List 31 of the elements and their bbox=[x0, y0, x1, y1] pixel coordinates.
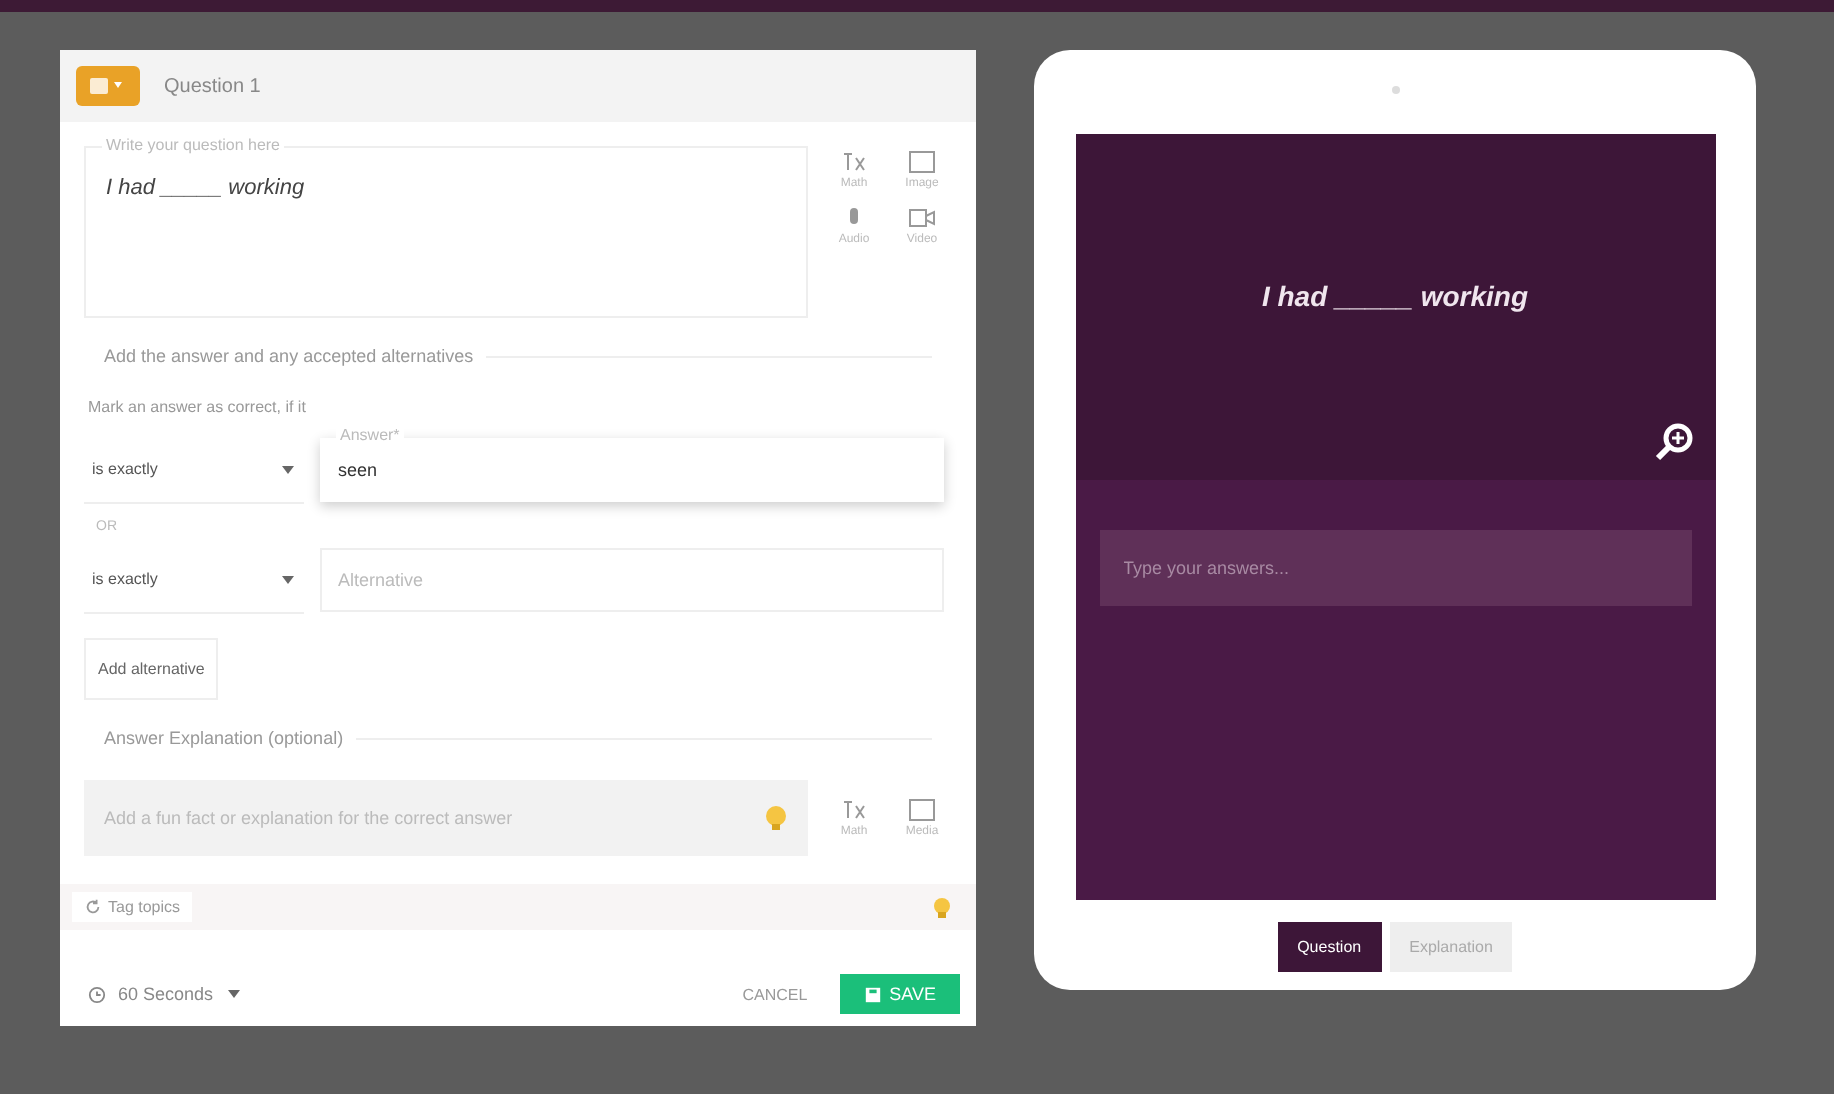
question-text: I had _____ working bbox=[106, 176, 305, 200]
list-caret-icon bbox=[88, 74, 128, 98]
lightbulb-icon bbox=[932, 895, 952, 919]
preview-tab[interactable]: Question bbox=[1277, 922, 1382, 972]
preview-question: I had _____ working bbox=[1261, 280, 1529, 316]
section-heading: Add the answer and any accepted alternatives bbox=[104, 346, 474, 366]
question-title: Question 1 bbox=[164, 75, 261, 97]
save-icon bbox=[863, 985, 882, 1003]
refresh-icon bbox=[84, 898, 102, 916]
caret-icon bbox=[280, 463, 296, 475]
tag-topics-button[interactable]: Tag topics bbox=[72, 892, 193, 922]
field-label: Answer* bbox=[336, 426, 404, 444]
clock-icon bbox=[88, 985, 106, 1003]
math-icon bbox=[840, 798, 868, 822]
caret-icon bbox=[225, 988, 242, 1000]
save-button[interactable]: SAVE bbox=[839, 974, 960, 1014]
zoom-icon[interactable] bbox=[1651, 420, 1695, 464]
math-icon bbox=[840, 150, 868, 174]
answer-field[interactable]: Alternative bbox=[320, 548, 944, 612]
answer-input[interactable]: Type your answers... bbox=[1099, 530, 1691, 606]
caret-icon bbox=[280, 573, 296, 585]
add-alternative-button[interactable]: Add alternative bbox=[84, 638, 219, 700]
condition-dropdown[interactable]: is exactly bbox=[84, 436, 304, 504]
section-heading: Answer Explanation (optional) bbox=[104, 728, 344, 748]
lightbulb-icon bbox=[764, 804, 788, 832]
hint-text: Mark an answer as correct, if it bbox=[86, 396, 308, 420]
preview-tab[interactable]: Explanation bbox=[1389, 922, 1513, 972]
field-label: Write your question here bbox=[102, 136, 285, 154]
condition-dropdown[interactable]: is exactly bbox=[84, 546, 304, 614]
video-camera-icon bbox=[908, 206, 936, 230]
answer-field[interactable]: seen bbox=[320, 438, 944, 502]
